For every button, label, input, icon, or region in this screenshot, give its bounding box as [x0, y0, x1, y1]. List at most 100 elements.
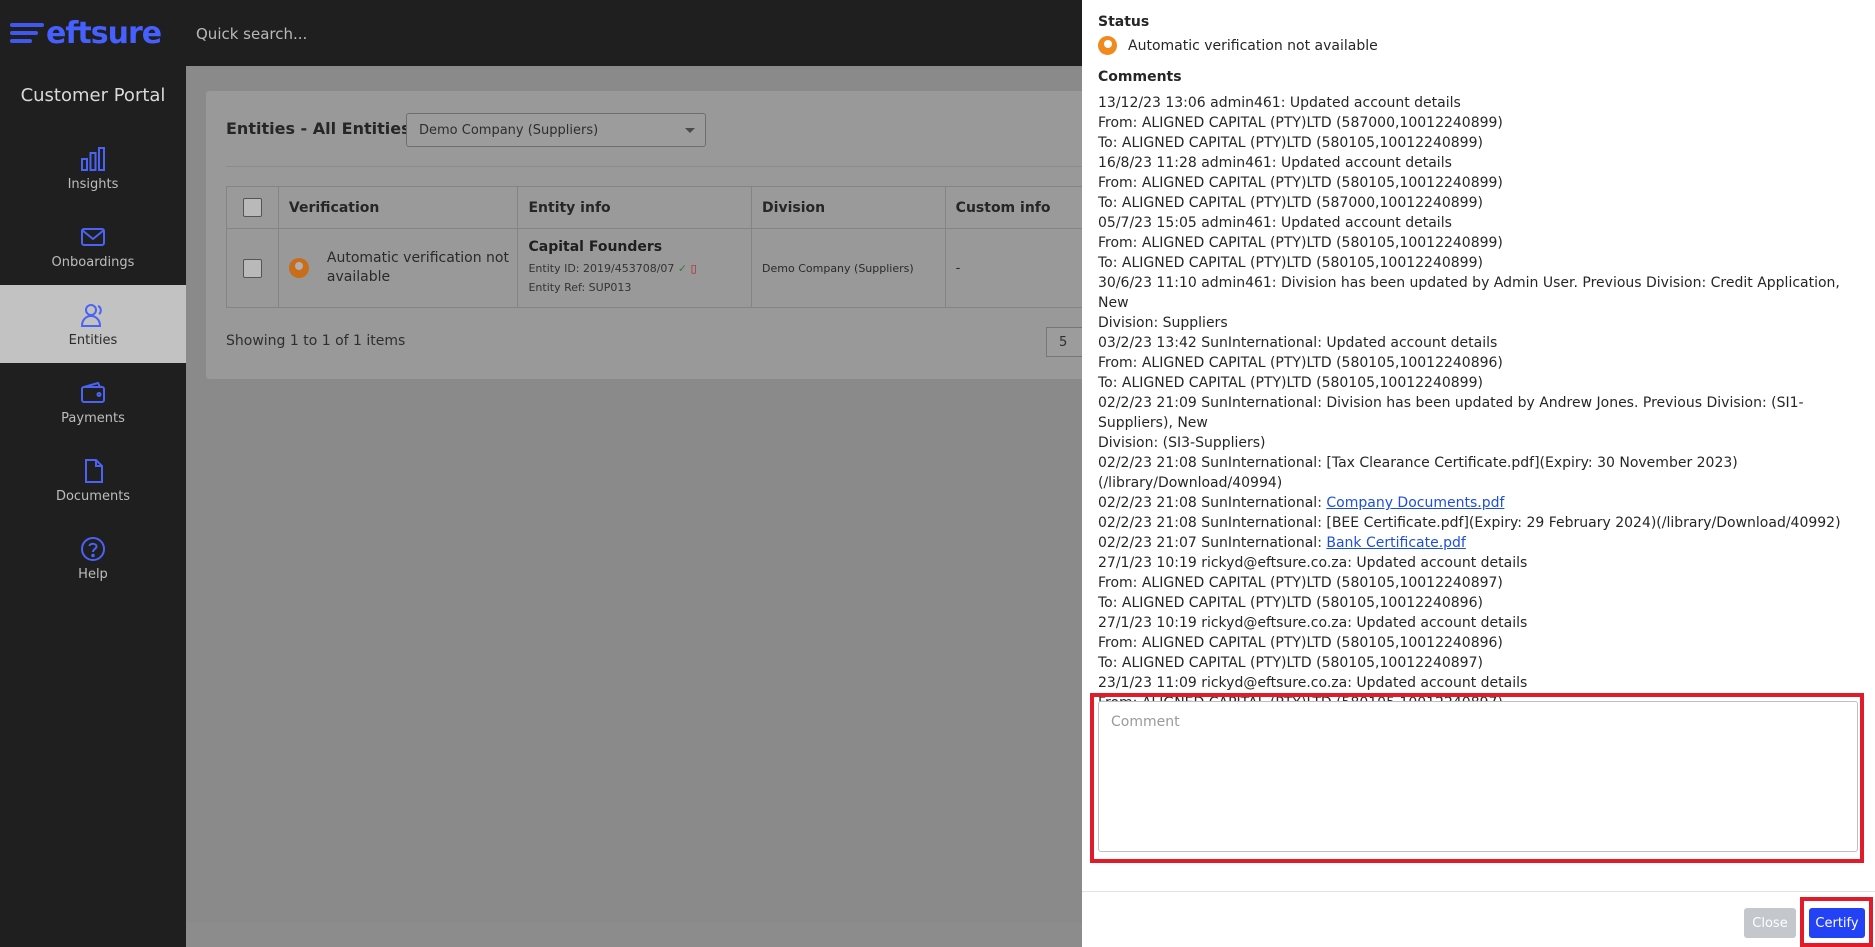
quick-search-input[interactable]: [196, 22, 596, 46]
comment-text: 27/1/23 10:19 rickyd@eftsure.co.za: Upda…: [1098, 555, 1528, 571]
comment-text: 03/2/23 13:42 SunInternational: Updated …: [1098, 335, 1498, 351]
comment-line: 27/1/23 10:19 rickyd@eftsure.co.za: Upda…: [1098, 553, 1858, 573]
status-label: Status: [1098, 14, 1150, 30]
entity-ref: Entity Ref: SUP013: [528, 281, 632, 294]
certify-highlight: [1800, 897, 1873, 947]
sidebar-item-entities[interactable]: Entities: [0, 285, 186, 363]
close-button[interactable]: Close: [1744, 908, 1796, 938]
entity-detail-panel: Status Automatic verification not availa…: [1082, 0, 1875, 947]
comment-text: From: ALIGNED CAPITAL (PTY)LTD (580105,1…: [1098, 355, 1503, 371]
comment-line: To: ALIGNED CAPITAL (PTY)LTD (580105,100…: [1098, 133, 1858, 153]
entity-id: Entity ID: 2019/453708/07: [528, 262, 675, 275]
comment-line: To: ALIGNED CAPITAL (PTY)LTD (580105,100…: [1098, 253, 1858, 273]
comment-line: Division: Suppliers: [1098, 313, 1858, 333]
page-title: Entities - All Entities: [226, 119, 411, 138]
comment-line: From: ALIGNED CAPITAL (PTY)LTD (580105,1…: [1098, 173, 1858, 193]
comment-text: From: ALIGNED CAPITAL (PTY)LTD (587000,1…: [1098, 115, 1503, 131]
status-warning-icon: [288, 258, 309, 278]
comment-text: To: ALIGNED CAPITAL (PTY)LTD (580105,100…: [1098, 655, 1483, 671]
document-icon: [85, 458, 103, 483]
portal-title: Customer Portal: [20, 85, 166, 106]
comment-input[interactable]: [1098, 701, 1858, 852]
sidebar-item-label: Entities: [68, 332, 118, 348]
comment-text: To: ALIGNED CAPITAL (PTY)LTD (580105,100…: [1098, 255, 1483, 271]
envelope-icon: [81, 227, 105, 246]
status-warning-icon: [1098, 36, 1117, 55]
select-all-checkbox[interactable]: [242, 198, 262, 217]
comment-text: Division: (SI3-Suppliers): [1098, 435, 1266, 451]
comment-line: 13/12/23 13:06 admin461: Updated account…: [1098, 93, 1858, 113]
verification-status: Automatic verification not available: [326, 250, 509, 285]
comment-text: 05/7/23 15:05 admin461: Updated account …: [1098, 215, 1452, 231]
company-select[interactable]: Demo Company (Suppliers): [406, 113, 706, 147]
sidebar-item-help[interactable]: Help: [0, 519, 186, 597]
comment-line: 02/2/23 21:08 SunInternational: [Tax Cle…: [1098, 453, 1858, 493]
comment-line: 30/6/23 11:10 admin461: Division has bee…: [1098, 273, 1858, 313]
comment-text: 30/6/23 11:10 admin461: Division has bee…: [1098, 275, 1840, 311]
comment-line: From: ALIGNED CAPITAL (PTY)LTD (580105,1…: [1098, 633, 1858, 653]
logo-mark-icon: [10, 23, 44, 43]
comment-text: From: ALIGNED CAPITAL (PTY)LTD (580105,1…: [1098, 575, 1503, 591]
check-icon: ✓: [677, 262, 688, 275]
bar-chart-icon: [81, 146, 105, 171]
comment-text: 02/2/23 21:08 SunInternational: [Tax Cle…: [1098, 455, 1738, 491]
comment-text: 23/1/23 11:09 rickyd@eftsure.co.za: Upda…: [1098, 675, 1528, 691]
comment-line: To: ALIGNED CAPITAL (PTY)LTD (580105,100…: [1098, 593, 1858, 613]
logo-text: eftsure: [46, 15, 162, 51]
comment-text: 13/12/23 13:06 admin461: Updated account…: [1098, 95, 1461, 111]
division-cell: Demo Company (Suppliers): [752, 229, 946, 307]
sidebar-item-label: Insights: [67, 176, 119, 192]
entity-name[interactable]: Capital Founders: [528, 239, 662, 255]
comment-attachment-link[interactable]: Company Documents.pdf: [1326, 495, 1504, 511]
sidebar-item-payments[interactable]: Payments: [0, 363, 186, 441]
comment-text: 02/2/23 21:08 SunInternational: [BEE Cer…: [1098, 515, 1841, 531]
sidebar-item-label: Onboardings: [51, 254, 135, 270]
comment-text: Division: Suppliers: [1098, 315, 1228, 331]
comment-attachment-link[interactable]: Bank Certificate.pdf: [1326, 535, 1466, 551]
comment-line: From: ALIGNED CAPITAL (PTY)LTD (587000,1…: [1098, 113, 1858, 133]
pagination-summary: Showing 1 to 1 of 1 items: [226, 333, 406, 349]
comment-text: From: ALIGNED CAPITAL (PTY)LTD (580105,1…: [1098, 235, 1503, 251]
column-header-division[interactable]: Division: [752, 187, 946, 228]
sidebar-item-documents[interactable]: Documents: [0, 441, 186, 519]
comment-line: 23/1/23 11:09 rickyd@eftsure.co.za: Upda…: [1098, 673, 1858, 693]
eftsure-logo[interactable]: eftsure: [10, 14, 162, 52]
column-header-verification[interactable]: Verification: [279, 187, 519, 228]
comment-text: 16/8/23 11:28 admin461: Updated account …: [1098, 155, 1452, 171]
comment-line: 02/2/23 21:09 SunInternational: Division…: [1098, 393, 1858, 433]
user-icon: [80, 303, 102, 327]
comment-text: From: ALIGNED CAPITAL (PTY)LTD (580105,1…: [1098, 175, 1503, 191]
help-icon: [81, 536, 105, 561]
comment-line: From: ALIGNED CAPITAL (PTY)LTD (580105,1…: [1098, 573, 1858, 593]
row-checkbox[interactable]: [242, 258, 262, 278]
comment-line: 16/8/23 11:28 admin461: Updated account …: [1098, 153, 1858, 173]
sidebar-item-label: Help: [78, 566, 108, 582]
comment-text: To: ALIGNED CAPITAL (PTY)LTD (580105,100…: [1098, 595, 1483, 611]
wallet-icon: [81, 381, 105, 403]
comment-line: 02/2/23 21:08 SunInternational: [BEE Cer…: [1098, 513, 1858, 533]
comment-text: 02/2/23 21:09 SunInternational: Division…: [1098, 395, 1804, 431]
comment-line: To: ALIGNED CAPITAL (PTY)LTD (580105,100…: [1098, 653, 1858, 673]
comment-line: 05/7/23 15:05 admin461: Updated account …: [1098, 213, 1858, 233]
comment-line: From: ALIGNED CAPITAL (PTY)LTD (580105,1…: [1098, 233, 1858, 253]
sidebar: Customer Portal Insights Onboardings Ent…: [0, 66, 186, 947]
comments-list: 13/12/23 13:06 admin461: Updated account…: [1098, 93, 1858, 733]
footer-divider: [1082, 891, 1875, 892]
sidebar-item-onboardings[interactable]: Onboardings: [0, 207, 186, 285]
comment-text: 02/2/23 21:08 SunInternational:: [1098, 495, 1327, 511]
sidebar-item-insights[interactable]: Insights: [0, 129, 186, 207]
sidebar-item-label: Documents: [55, 488, 131, 504]
status-value: Automatic verification not available: [1128, 37, 1378, 54]
comment-line: From: ALIGNED CAPITAL (PTY)LTD (580105,1…: [1098, 353, 1858, 373]
comment-line: 02/2/23 21:08 SunInternational: Company …: [1098, 493, 1858, 513]
comment-line: Division: (SI3-Suppliers): [1098, 433, 1858, 453]
pdf-icon[interactable]: ▯: [691, 262, 697, 275]
column-header-entity-info[interactable]: Entity info: [518, 187, 753, 228]
company-select-value: Demo Company (Suppliers): [419, 123, 599, 138]
comment-text: 27/1/23 10:19 rickyd@eftsure.co.za: Upda…: [1098, 615, 1528, 631]
chevron-down-icon: [685, 128, 695, 133]
comment-line: To: ALIGNED CAPITAL (PTY)LTD (580105,100…: [1098, 373, 1858, 393]
comment-line: To: ALIGNED CAPITAL (PTY)LTD (587000,100…: [1098, 193, 1858, 213]
comment-line: 27/1/23 10:19 rickyd@eftsure.co.za: Upda…: [1098, 613, 1858, 633]
comment-text: 02/2/23 21:07 SunInternational:: [1098, 535, 1327, 551]
